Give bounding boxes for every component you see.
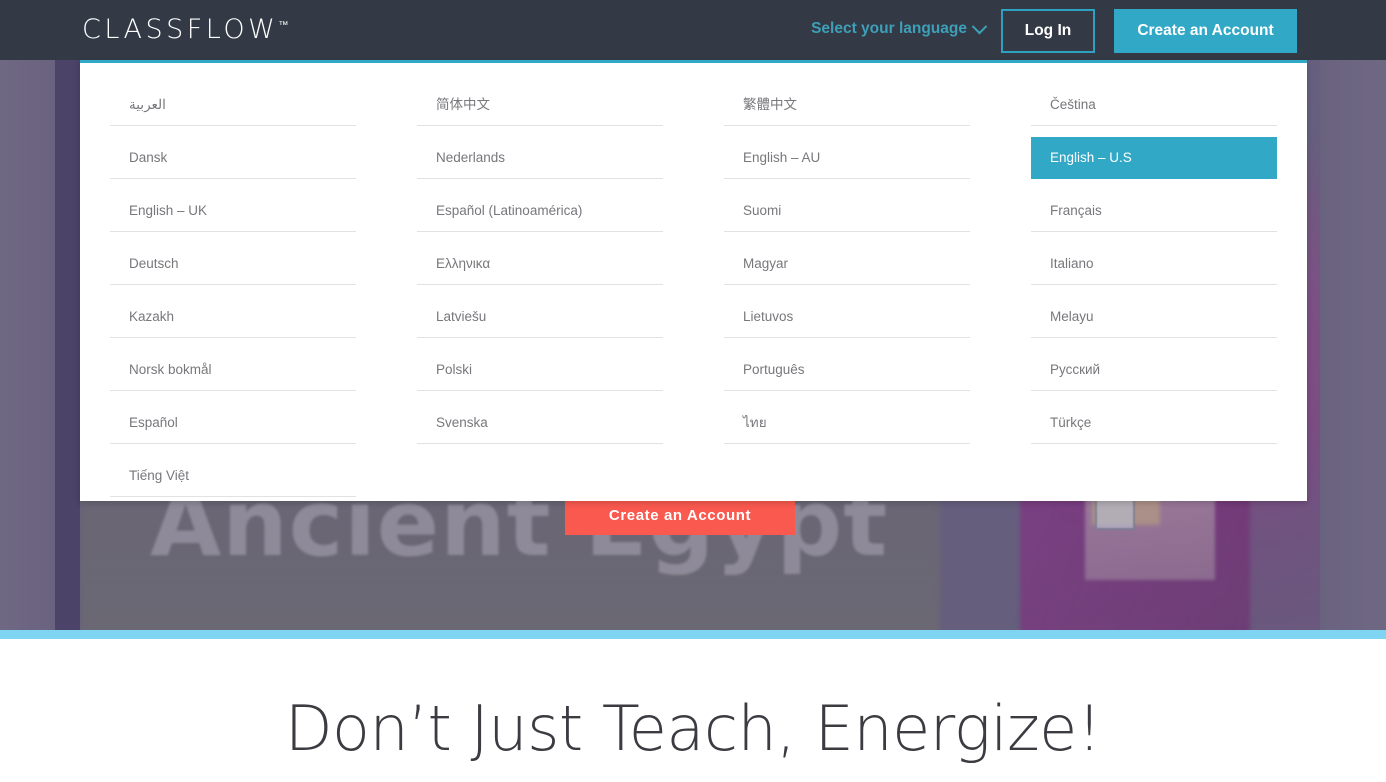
language-option-empty	[417, 455, 663, 497]
language-option[interactable]: Русский	[1031, 349, 1277, 391]
language-grid: العربية Dansk English – UK Deutsch Kazakh Nor…	[110, 63, 1277, 497]
language-column-3: 繁體中文 English – AU Suomi Magyar Lietuvos Portu…	[724, 73, 970, 497]
language-option[interactable]: Deutsch	[110, 243, 356, 285]
select-language-trigger[interactable]: Select your language	[811, 18, 988, 38]
language-option[interactable]: Magyar	[724, 243, 970, 285]
language-option[interactable]: Español (Latinoamérica)	[417, 190, 663, 232]
site-header: CLASSFLOW™ Select your language Log In C…	[0, 0, 1386, 60]
language-option[interactable]: Español	[110, 402, 356, 444]
hero-right-margin	[1320, 0, 1386, 636]
hero-left-band	[55, 0, 80, 636]
language-column-4: Čeština English – U.S Français Italiano Mela…	[1031, 73, 1277, 497]
hero-left-margin	[0, 0, 55, 636]
language-option[interactable]: English – UK	[110, 190, 356, 232]
language-option[interactable]: 简体中文	[417, 84, 663, 126]
page-root: Ancient Egypt Create an Account Don’t Ju…	[0, 0, 1386, 782]
language-column-1: العربية Dansk English – UK Deutsch Kazakh Nor…	[110, 73, 356, 497]
language-option[interactable]: Norsk bokmål	[110, 349, 356, 391]
language-column-2: 简体中文 Nederlands Español (Latinoamérica) Ελλ…	[417, 73, 663, 497]
language-option[interactable]: Türkçe	[1031, 402, 1277, 444]
logo-wordmark: CLASSFLOW	[82, 14, 279, 45]
logo-trademark-icon: ™	[278, 20, 289, 31]
cyan-divider-band	[0, 630, 1386, 639]
chevron-down-icon	[971, 18, 988, 34]
language-option[interactable]: Čeština	[1031, 84, 1277, 126]
select-language-label: Select your language	[811, 20, 967, 37]
language-option[interactable]: Dansk	[110, 137, 356, 179]
language-option[interactable]: العربية	[110, 84, 356, 126]
language-option[interactable]: Ελληνικα	[417, 243, 663, 285]
language-option[interactable]: ไทย	[724, 402, 970, 444]
language-option[interactable]: Suomi	[724, 190, 970, 232]
language-option[interactable]: English – U.S	[1031, 137, 1277, 179]
language-option[interactable]: 繁體中文	[724, 84, 970, 126]
language-option[interactable]: Nederlands	[417, 137, 663, 179]
language-option-empty	[1031, 455, 1277, 497]
language-dropdown-panel: العربية Dansk English – UK Deutsch Kazakh Nor…	[80, 60, 1307, 501]
language-option[interactable]: Português	[724, 349, 970, 391]
hero-create-account-button[interactable]: Create an Account	[565, 495, 795, 535]
log-in-button[interactable]: Log In	[1001, 9, 1095, 53]
language-option[interactable]: Latviešu	[417, 296, 663, 338]
classflow-logo[interactable]: CLASSFLOW™	[82, 14, 288, 45]
language-option[interactable]: Kazakh	[110, 296, 356, 338]
create-account-button[interactable]: Create an Account	[1114, 9, 1297, 53]
language-option[interactable]: Svenska	[417, 402, 663, 444]
language-option[interactable]: Tiếng Việt	[110, 455, 356, 497]
section-headline: Don’t Just Teach, Energize!	[284, 692, 1102, 765]
language-option[interactable]: Polski	[417, 349, 663, 391]
language-option[interactable]: Lietuvos	[724, 296, 970, 338]
language-option-empty	[724, 455, 970, 497]
language-option[interactable]: Melayu	[1031, 296, 1277, 338]
language-option[interactable]: English – AU	[724, 137, 970, 179]
language-option[interactable]: Italiano	[1031, 243, 1277, 285]
language-option[interactable]: Français	[1031, 190, 1277, 232]
